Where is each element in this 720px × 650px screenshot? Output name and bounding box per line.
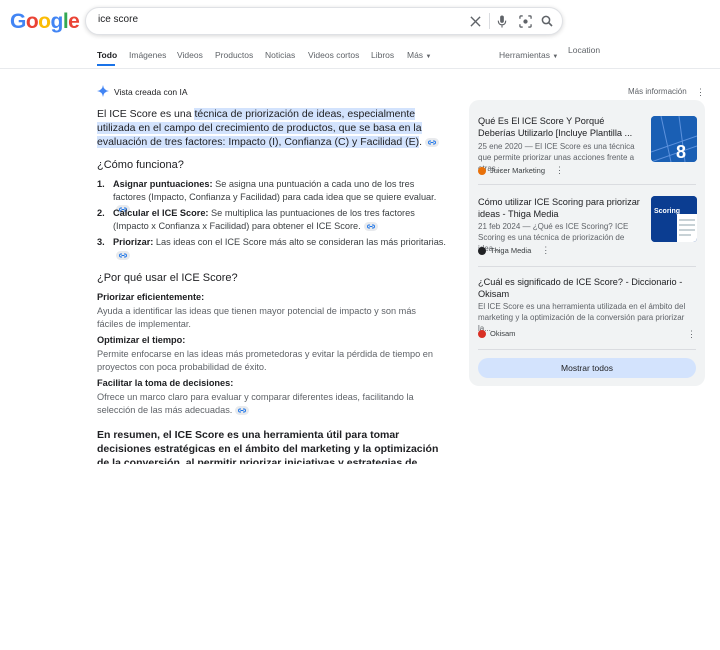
tab-todo[interactable]: Todo xyxy=(97,50,117,60)
search-box[interactable]: ice score xyxy=(85,7,563,35)
divider xyxy=(478,349,696,350)
source-name: Juicer Marketing xyxy=(490,166,546,175)
more-info-link[interactable]: Más información xyxy=(628,87,687,96)
clear-icon[interactable] xyxy=(466,12,484,30)
tools-label: Herramientas xyxy=(499,50,551,60)
thumbnail-text: Scoring xyxy=(654,208,680,215)
source-thumbnail[interactable]: 8 xyxy=(651,116,697,162)
reason-text: Permite enfocarse en las ideas más prome… xyxy=(97,349,434,372)
more-options-icon[interactable]: ⋮ xyxy=(696,88,705,97)
tab-libros[interactable]: Libros xyxy=(371,50,394,60)
source-site[interactable]: Juicer Marketing ⋮ xyxy=(478,166,564,175)
steps-list: 1. Asignar puntuaciones: Se asigna una p… xyxy=(97,178,447,262)
logo-letter: g xyxy=(50,10,64,33)
logo-letter: o xyxy=(25,10,39,33)
source-title-link[interactable]: ¿Cuál es significado de ICE Score? - Dic… xyxy=(478,276,693,300)
source-title-link[interactable]: Qué Es El ICE Score Y Porqué Deberías Ut… xyxy=(478,115,643,139)
logo-letter: G xyxy=(10,10,26,33)
step-body: Calcular el ICE Score: Se multiplica las… xyxy=(113,207,448,232)
search-icon[interactable] xyxy=(538,12,556,30)
tab-videos-cortos[interactable]: Videos cortos xyxy=(308,50,359,60)
thumbnail-number: 8 xyxy=(676,142,686,162)
tools-menu[interactable]: Herramientas ▼ xyxy=(499,50,558,60)
step-number: 3. xyxy=(97,237,105,247)
site-favicon-icon xyxy=(478,329,486,338)
tab-noticias[interactable]: Noticias xyxy=(265,50,295,60)
reason-text: Ayuda a identificar las ideas que tienen… xyxy=(97,306,417,329)
step-number: 1. xyxy=(97,179,105,189)
active-tab-indicator xyxy=(97,64,115,66)
reason-body: Ofrece un marco claro para evaluar y com… xyxy=(97,391,442,416)
source-thumbnail[interactable]: Scoring xyxy=(651,196,697,242)
show-all-button[interactable]: Mostrar todos xyxy=(478,358,696,378)
tab-mas[interactable]: Más ▼ xyxy=(407,50,431,60)
tab-mas-label: Más xyxy=(407,50,424,60)
reason-title: Priorizar eficientemente: xyxy=(97,292,205,302)
intro-end: . xyxy=(419,136,423,148)
summary-paragraph: En resumen, el ICE Score es una herramie… xyxy=(97,429,439,464)
step-title: Calcular el ICE Score: xyxy=(113,208,209,218)
microphone-icon[interactable] xyxy=(493,12,511,30)
search-tabs: Todo Imágenes Videos Productos Noticias … xyxy=(0,44,720,69)
ai-overview-header: Vista creada con IA xyxy=(97,85,188,99)
more-options-icon[interactable]: ⋮ xyxy=(555,166,564,175)
google-logo[interactable]: Google xyxy=(10,10,80,34)
step-title: Asignar puntuaciones: xyxy=(113,179,213,189)
gemini-sparkle-icon xyxy=(97,85,109,99)
step-number: 2. xyxy=(97,208,105,218)
logo-letter: o xyxy=(38,10,51,33)
source-name: Okisam xyxy=(490,329,516,338)
more-options-icon[interactable]: ⋮ xyxy=(687,330,696,339)
link-icon[interactable] xyxy=(425,137,440,147)
more-options-icon[interactable]: ⋮ xyxy=(541,246,550,255)
why-use-heading: ¿Por qué usar el ICE Score? xyxy=(97,272,238,284)
sources-panel: Qué Es El ICE Score Y Porqué Deberías Ut… xyxy=(469,100,705,386)
step-title: Priorizar: xyxy=(113,237,154,247)
ai-intro-paragraph: El ICE Score es una técnica de priorizac… xyxy=(97,107,447,149)
tab-productos[interactable]: Productos xyxy=(215,50,253,60)
source-name: Thiga Media xyxy=(490,246,532,255)
search-input[interactable]: ice score xyxy=(98,14,138,25)
step-body: Priorizar: Las ideas con el ICE Score má… xyxy=(113,236,448,261)
link-icon[interactable] xyxy=(363,221,378,231)
site-favicon-icon xyxy=(478,246,486,255)
step-text: Las ideas con el ICE Score más alto se c… xyxy=(153,237,446,247)
intro-text: El ICE Score es una xyxy=(97,108,195,120)
divider xyxy=(478,266,696,267)
tab-videos[interactable]: Videos xyxy=(177,50,203,60)
source-site[interactable]: Thiga Media ⋮ xyxy=(478,246,550,255)
lens-icon[interactable] xyxy=(516,12,534,30)
chevron-down-icon: ▼ xyxy=(552,54,559,60)
source-site[interactable]: Okisam xyxy=(478,329,515,338)
site-favicon-icon xyxy=(478,166,486,175)
reason-title: Facilitar la toma de decisiones: xyxy=(97,378,234,388)
logo-letter: e xyxy=(68,10,80,33)
divider xyxy=(478,184,696,185)
link-icon[interactable] xyxy=(235,405,250,415)
chevron-down-icon: ▼ xyxy=(425,54,432,60)
tab-imagenes[interactable]: Imágenes xyxy=(129,50,166,60)
location-link[interactable]: Location xyxy=(568,45,600,55)
source-title-link[interactable]: Cómo utilizar ICE Scoring para priorizar… xyxy=(478,196,643,220)
ai-overview-title: Vista creada con IA xyxy=(114,87,188,97)
reason-title: Optimizar el tiempo: xyxy=(97,335,186,345)
search-divider xyxy=(489,13,490,29)
how-it-works-heading: ¿Cómo funciona? xyxy=(97,159,184,171)
reason-text: Ofrece un marco claro para evaluar y com… xyxy=(97,392,414,415)
link-icon[interactable] xyxy=(116,250,130,260)
